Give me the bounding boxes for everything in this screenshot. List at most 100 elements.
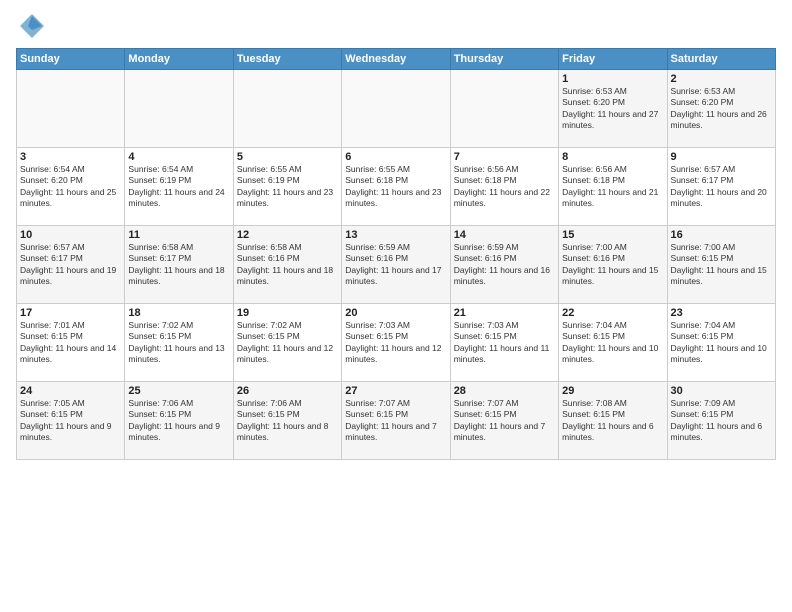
calendar-cell: 6Sunrise: 6:55 AM Sunset: 6:18 PM Daylig… [342, 148, 450, 226]
day-number: 22 [562, 307, 663, 319]
day-info: Sunrise: 7:05 AM Sunset: 6:15 PM Dayligh… [20, 398, 121, 444]
logo-icon [18, 12, 46, 40]
day-info: Sunrise: 7:07 AM Sunset: 6:15 PM Dayligh… [454, 398, 555, 444]
calendar-cell: 27Sunrise: 7:07 AM Sunset: 6:15 PM Dayli… [342, 382, 450, 460]
day-info: Sunrise: 6:53 AM Sunset: 6:20 PM Dayligh… [562, 86, 663, 132]
calendar-cell: 24Sunrise: 7:05 AM Sunset: 6:15 PM Dayli… [17, 382, 125, 460]
day-number: 26 [237, 385, 338, 397]
calendar-cell [342, 70, 450, 148]
day-number: 6 [345, 151, 446, 163]
day-info: Sunrise: 7:03 AM Sunset: 6:15 PM Dayligh… [345, 320, 446, 366]
day-info: Sunrise: 7:08 AM Sunset: 6:15 PM Dayligh… [562, 398, 663, 444]
calendar-cell [125, 70, 233, 148]
calendar-cell: 7Sunrise: 6:56 AM Sunset: 6:18 PM Daylig… [450, 148, 558, 226]
day-number: 15 [562, 229, 663, 241]
day-number: 18 [128, 307, 229, 319]
day-number: 30 [671, 385, 772, 397]
calendar-week-5: 24Sunrise: 7:05 AM Sunset: 6:15 PM Dayli… [17, 382, 776, 460]
day-number: 24 [20, 385, 121, 397]
day-number: 4 [128, 151, 229, 163]
calendar-cell: 21Sunrise: 7:03 AM Sunset: 6:15 PM Dayli… [450, 304, 558, 382]
logo [16, 12, 46, 40]
day-info: Sunrise: 7:04 AM Sunset: 6:15 PM Dayligh… [562, 320, 663, 366]
calendar-cell [450, 70, 558, 148]
day-info: Sunrise: 7:04 AM Sunset: 6:15 PM Dayligh… [671, 320, 772, 366]
day-info: Sunrise: 6:55 AM Sunset: 6:19 PM Dayligh… [237, 164, 338, 210]
day-info: Sunrise: 7:02 AM Sunset: 6:15 PM Dayligh… [237, 320, 338, 366]
calendar-cell: 19Sunrise: 7:02 AM Sunset: 6:15 PM Dayli… [233, 304, 341, 382]
day-info: Sunrise: 7:03 AM Sunset: 6:15 PM Dayligh… [454, 320, 555, 366]
day-info: Sunrise: 7:09 AM Sunset: 6:15 PM Dayligh… [671, 398, 772, 444]
day-number: 9 [671, 151, 772, 163]
calendar-week-1: 1Sunrise: 6:53 AM Sunset: 6:20 PM Daylig… [17, 70, 776, 148]
calendar-header: SundayMondayTuesdayWednesdayThursdayFrid… [17, 49, 776, 70]
calendar-cell: 29Sunrise: 7:08 AM Sunset: 6:15 PM Dayli… [559, 382, 667, 460]
day-number: 17 [20, 307, 121, 319]
day-info: Sunrise: 7:02 AM Sunset: 6:15 PM Dayligh… [128, 320, 229, 366]
weekday-header-sunday: Sunday [17, 49, 125, 70]
day-info: Sunrise: 7:06 AM Sunset: 6:15 PM Dayligh… [237, 398, 338, 444]
day-info: Sunrise: 6:57 AM Sunset: 6:17 PM Dayligh… [20, 242, 121, 288]
calendar-table: SundayMondayTuesdayWednesdayThursdayFrid… [16, 48, 776, 460]
day-number: 20 [345, 307, 446, 319]
day-number: 3 [20, 151, 121, 163]
day-number: 11 [128, 229, 229, 241]
calendar-cell: 15Sunrise: 7:00 AM Sunset: 6:16 PM Dayli… [559, 226, 667, 304]
day-info: Sunrise: 6:59 AM Sunset: 6:16 PM Dayligh… [454, 242, 555, 288]
calendar-cell: 20Sunrise: 7:03 AM Sunset: 6:15 PM Dayli… [342, 304, 450, 382]
day-number: 12 [237, 229, 338, 241]
day-number: 27 [345, 385, 446, 397]
calendar-cell: 2Sunrise: 6:53 AM Sunset: 6:20 PM Daylig… [667, 70, 775, 148]
day-info: Sunrise: 6:57 AM Sunset: 6:17 PM Dayligh… [671, 164, 772, 210]
day-number: 25 [128, 385, 229, 397]
weekday-header-friday: Friday [559, 49, 667, 70]
calendar-cell: 12Sunrise: 6:58 AM Sunset: 6:16 PM Dayli… [233, 226, 341, 304]
day-number: 10 [20, 229, 121, 241]
calendar-cell: 11Sunrise: 6:58 AM Sunset: 6:17 PM Dayli… [125, 226, 233, 304]
calendar-cell: 18Sunrise: 7:02 AM Sunset: 6:15 PM Dayli… [125, 304, 233, 382]
day-info: Sunrise: 7:01 AM Sunset: 6:15 PM Dayligh… [20, 320, 121, 366]
calendar-week-4: 17Sunrise: 7:01 AM Sunset: 6:15 PM Dayli… [17, 304, 776, 382]
calendar-cell: 25Sunrise: 7:06 AM Sunset: 6:15 PM Dayli… [125, 382, 233, 460]
day-number: 29 [562, 385, 663, 397]
day-info: Sunrise: 6:55 AM Sunset: 6:18 PM Dayligh… [345, 164, 446, 210]
calendar-week-3: 10Sunrise: 6:57 AM Sunset: 6:17 PM Dayli… [17, 226, 776, 304]
calendar-cell: 8Sunrise: 6:56 AM Sunset: 6:18 PM Daylig… [559, 148, 667, 226]
calendar-cell: 16Sunrise: 7:00 AM Sunset: 6:15 PM Dayli… [667, 226, 775, 304]
calendar-cell: 17Sunrise: 7:01 AM Sunset: 6:15 PM Dayli… [17, 304, 125, 382]
day-number: 16 [671, 229, 772, 241]
calendar-cell: 23Sunrise: 7:04 AM Sunset: 6:15 PM Dayli… [667, 304, 775, 382]
day-info: Sunrise: 7:07 AM Sunset: 6:15 PM Dayligh… [345, 398, 446, 444]
day-number: 1 [562, 73, 663, 85]
weekday-header-wednesday: Wednesday [342, 49, 450, 70]
day-info: Sunrise: 6:56 AM Sunset: 6:18 PM Dayligh… [454, 164, 555, 210]
calendar-cell: 28Sunrise: 7:07 AM Sunset: 6:15 PM Dayli… [450, 382, 558, 460]
calendar-cell: 3Sunrise: 6:54 AM Sunset: 6:20 PM Daylig… [17, 148, 125, 226]
calendar-week-2: 3Sunrise: 6:54 AM Sunset: 6:20 PM Daylig… [17, 148, 776, 226]
day-number: 7 [454, 151, 555, 163]
weekday-header-thursday: Thursday [450, 49, 558, 70]
calendar-cell: 26Sunrise: 7:06 AM Sunset: 6:15 PM Dayli… [233, 382, 341, 460]
header [16, 12, 776, 40]
day-info: Sunrise: 6:58 AM Sunset: 6:16 PM Dayligh… [237, 242, 338, 288]
day-number: 5 [237, 151, 338, 163]
weekday-header-monday: Monday [125, 49, 233, 70]
calendar-body: 1Sunrise: 6:53 AM Sunset: 6:20 PM Daylig… [17, 70, 776, 460]
day-info: Sunrise: 6:58 AM Sunset: 6:17 PM Dayligh… [128, 242, 229, 288]
weekday-header-saturday: Saturday [667, 49, 775, 70]
day-number: 13 [345, 229, 446, 241]
day-info: Sunrise: 6:54 AM Sunset: 6:20 PM Dayligh… [20, 164, 121, 210]
calendar-cell [17, 70, 125, 148]
page: SundayMondayTuesdayWednesdayThursdayFrid… [0, 0, 792, 612]
calendar-cell [233, 70, 341, 148]
weekday-header-tuesday: Tuesday [233, 49, 341, 70]
day-info: Sunrise: 7:00 AM Sunset: 6:16 PM Dayligh… [562, 242, 663, 288]
day-info: Sunrise: 7:06 AM Sunset: 6:15 PM Dayligh… [128, 398, 229, 444]
calendar-cell: 1Sunrise: 6:53 AM Sunset: 6:20 PM Daylig… [559, 70, 667, 148]
calendar-cell: 30Sunrise: 7:09 AM Sunset: 6:15 PM Dayli… [667, 382, 775, 460]
day-info: Sunrise: 6:59 AM Sunset: 6:16 PM Dayligh… [345, 242, 446, 288]
calendar-cell: 9Sunrise: 6:57 AM Sunset: 6:17 PM Daylig… [667, 148, 775, 226]
day-number: 21 [454, 307, 555, 319]
day-info: Sunrise: 7:00 AM Sunset: 6:15 PM Dayligh… [671, 242, 772, 288]
day-number: 19 [237, 307, 338, 319]
